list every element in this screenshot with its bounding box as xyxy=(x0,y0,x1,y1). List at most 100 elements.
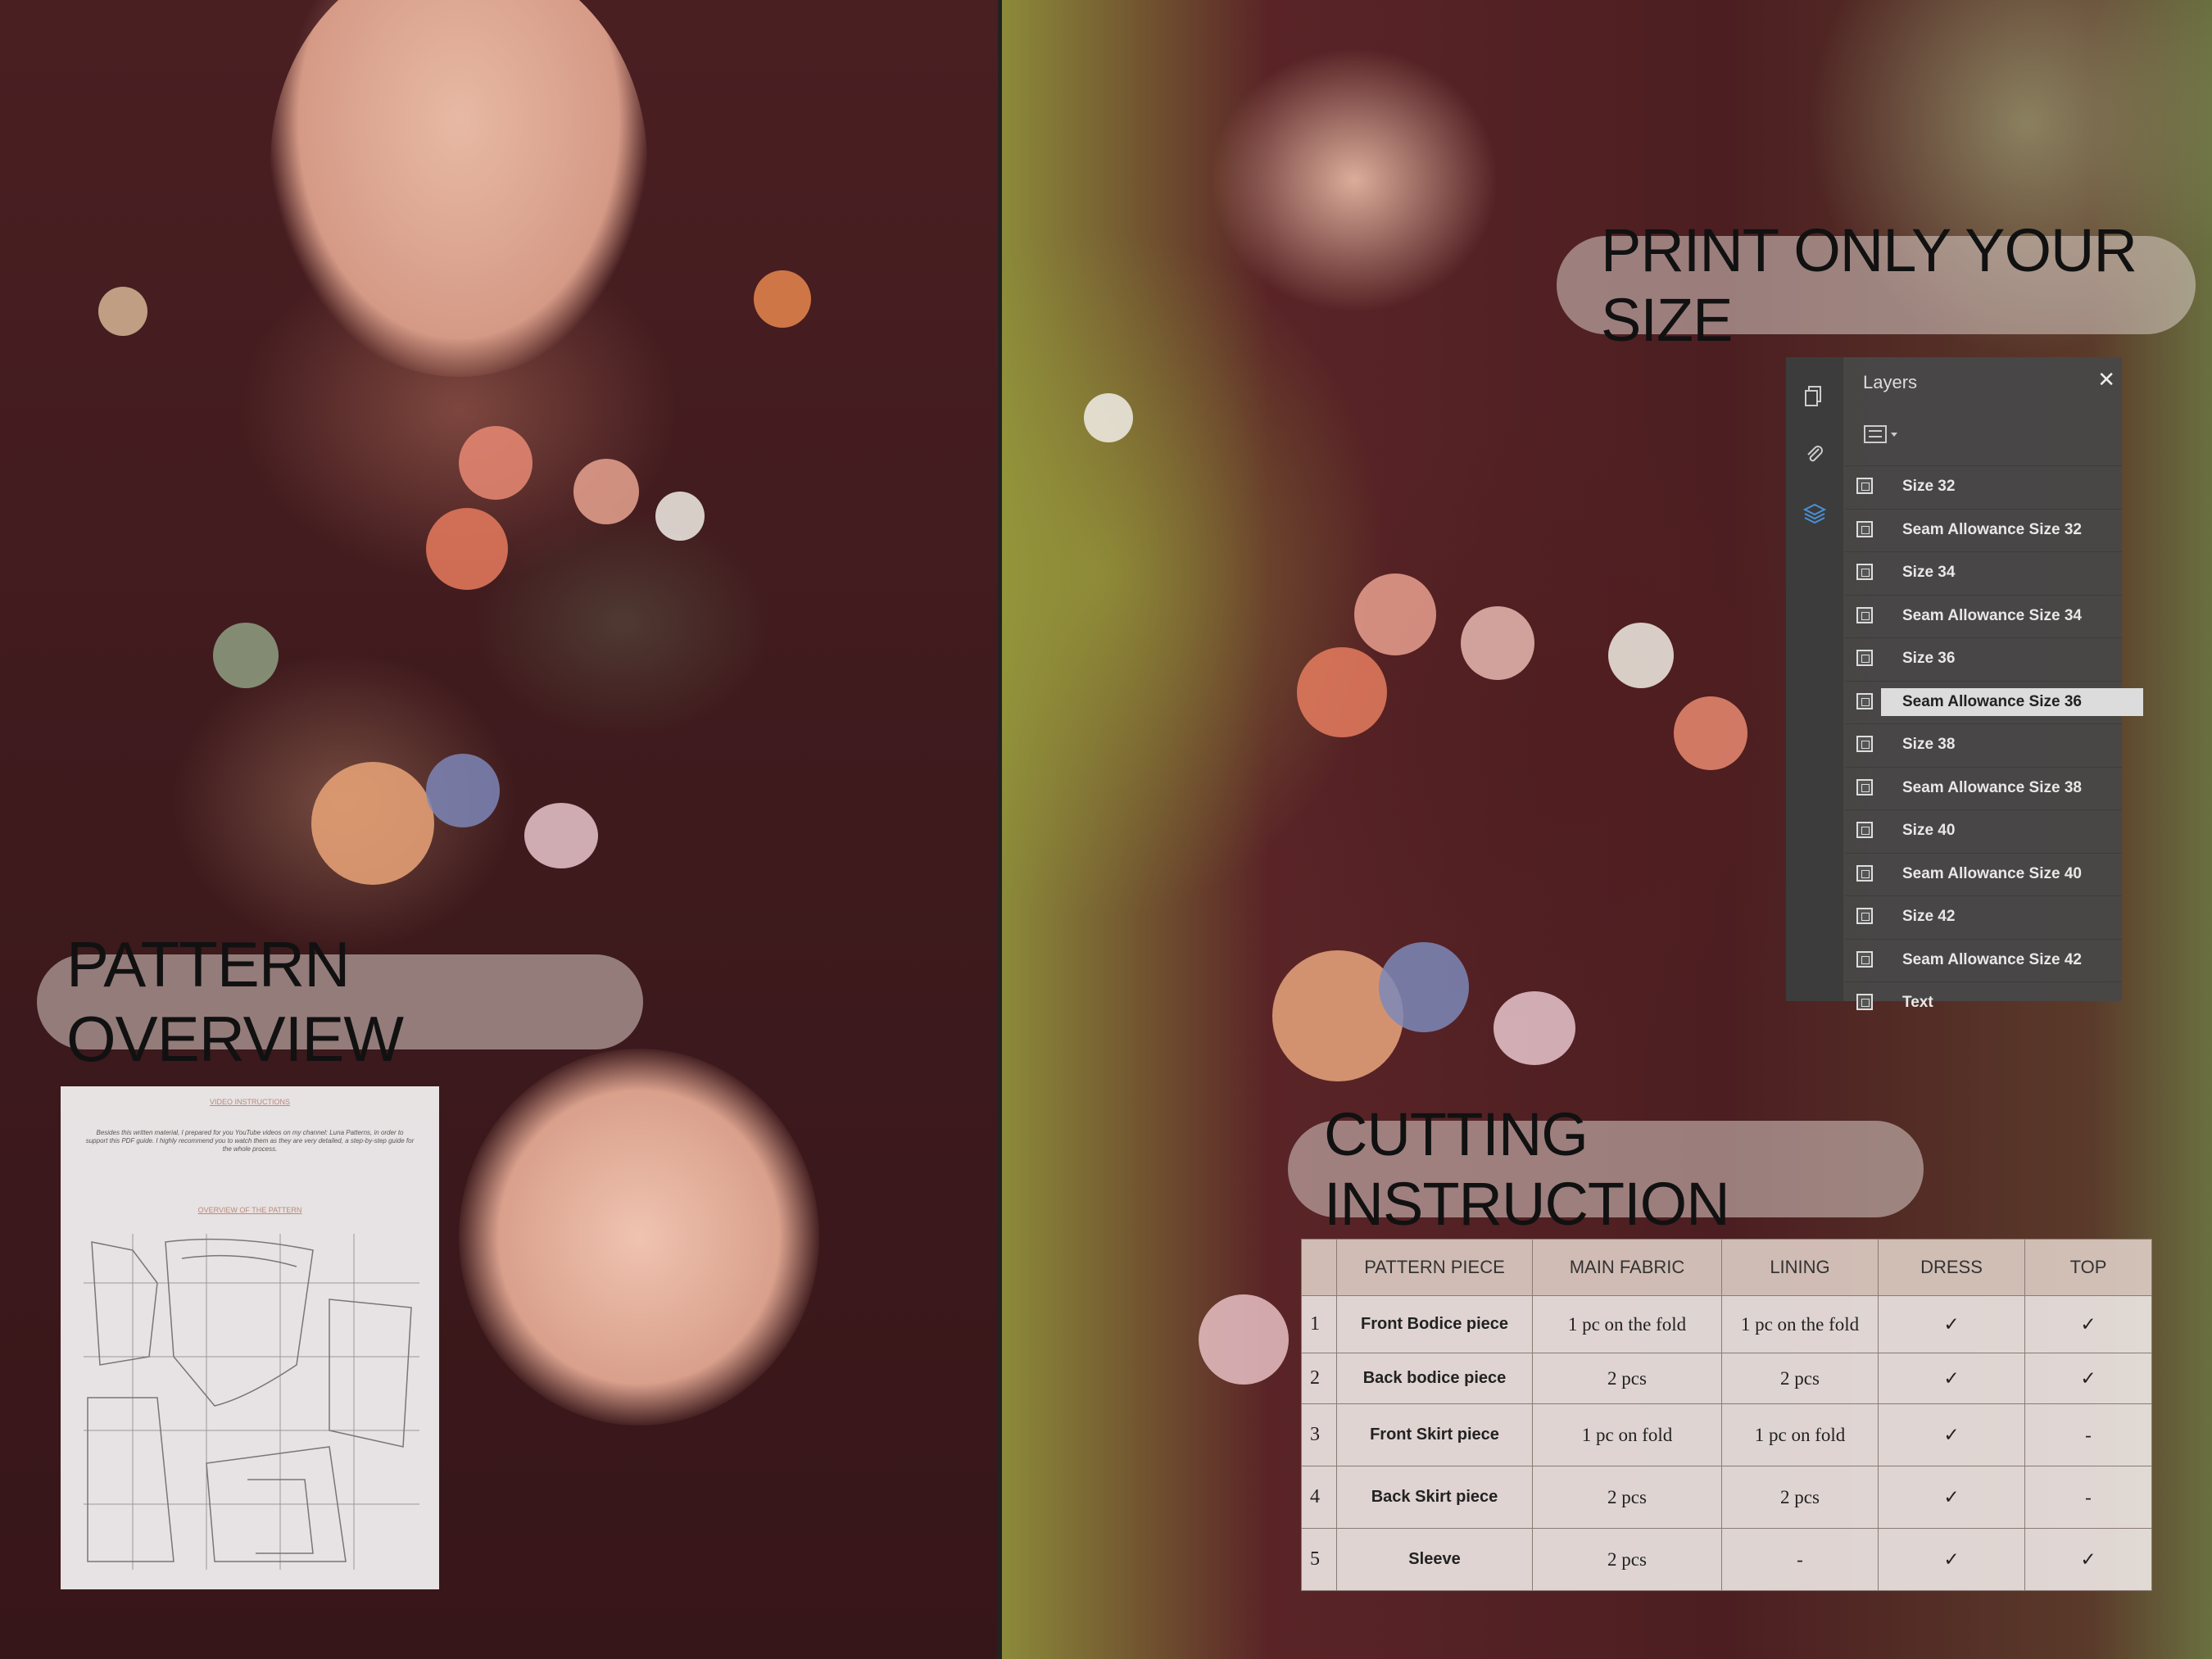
overview-of-pattern-heading: OVERVIEW OF THE PATTERN xyxy=(197,1206,302,1214)
pattern-piece-cell: Back bodice piece xyxy=(1336,1353,1533,1404)
pattern-overview-heading: PATTERN OVERVIEW xyxy=(37,928,643,1075)
row-number: 4 xyxy=(1301,1466,1337,1529)
table-row: 2 Back bodice piece 2 pcs 2 pcs ✓ ✓ xyxy=(1301,1353,2152,1404)
layer-item[interactable]: Text xyxy=(1845,981,2122,1025)
layer-item[interactable]: Size 38 xyxy=(1845,723,2122,767)
layer-item[interactable]: Size 32 xyxy=(1845,465,2122,509)
pattern-piece-cell: Sleeve xyxy=(1336,1528,1533,1591)
top-cell: - xyxy=(2024,1466,2152,1529)
column-header-top: TOP xyxy=(2024,1239,2152,1296)
lining-cell: 2 pcs xyxy=(1721,1466,1879,1529)
row-number: 2 xyxy=(1301,1353,1337,1404)
main-fabric-cell: 1 pc on the fold xyxy=(1532,1295,1722,1353)
column-header-main-fabric: MAIN FABRIC xyxy=(1532,1239,1722,1296)
dress-cell: ✓ xyxy=(1878,1403,2025,1466)
layer-item[interactable]: Seam Allowance Size 38 xyxy=(1845,766,2122,810)
column-header-dress: DRESS xyxy=(1878,1239,2025,1296)
dress-cell: ✓ xyxy=(1878,1353,2025,1404)
layer-item[interactable]: Seam Allowance Size 32 xyxy=(1845,508,2122,552)
layer-visibility-checkbox[interactable] xyxy=(1856,864,1873,882)
layer-label: Size 32 xyxy=(1902,478,1956,495)
table-header-row: PATTERN PIECE MAIN FABRIC LINING DRESS T… xyxy=(1301,1239,2152,1296)
layer-label: Seam Allowance Size 32 xyxy=(1902,520,2082,538)
layer-item[interactable]: Size 40 xyxy=(1845,809,2122,853)
layer-label: Size 38 xyxy=(1902,736,1956,753)
lining-cell: 1 pc on the fold xyxy=(1721,1295,1879,1353)
layer-visibility-checkbox[interactable] xyxy=(1856,520,1873,537)
video-instructions-text: Besides this written material, I prepare… xyxy=(85,1129,415,1153)
layer-visibility-checkbox[interactable] xyxy=(1856,478,1873,494)
layer-visibility-checkbox[interactable] xyxy=(1856,650,1873,666)
layer-item[interactable]: Seam Allowance Size 34 xyxy=(1845,594,2122,638)
layer-item[interactable]: Size 36 xyxy=(1845,637,2122,681)
column-header-number xyxy=(1301,1239,1337,1296)
layer-label: Size 34 xyxy=(1902,564,1956,581)
close-icon[interactable]: ✕ xyxy=(2097,367,2115,392)
top-cell: ✓ xyxy=(2024,1528,2152,1591)
video-instructions-heading: VIDEO INSTRUCTIONS xyxy=(209,1098,290,1106)
layer-visibility-checkbox[interactable] xyxy=(1856,908,1873,924)
table-row: 3 Front Skirt piece 1 pc on fold 1 pc on fo… xyxy=(1301,1403,2152,1466)
layers-icon[interactable] xyxy=(1802,501,1827,526)
layer-options-icon[interactable] xyxy=(1861,421,1907,449)
table-row: 5 Sleeve 2 pcs - ✓ ✓ xyxy=(1301,1528,2152,1591)
layer-list: Size 32 Seam Allowance Size 32 Size 34 Seam… xyxy=(1845,465,2143,1025)
layer-visibility-checkbox[interactable] xyxy=(1856,994,1873,1010)
table-row: 4 Back Skirt piece 2 pcs 2 pcs ✓ - xyxy=(1301,1466,2152,1529)
table-row: 1 Front Bodice piece 1 pc on the fold 1 pc … xyxy=(1301,1295,2152,1353)
attachment-icon[interactable] xyxy=(1802,442,1827,467)
lining-cell: 2 pcs xyxy=(1721,1353,1879,1404)
layer-visibility-checkbox[interactable] xyxy=(1856,606,1873,623)
print-only-your-size-heading: PRINT ONLY YOUR SIZE xyxy=(1557,216,2196,354)
row-number: 5 xyxy=(1301,1528,1337,1591)
cutting-instruction-heading: CUTTING INSTRUCTION xyxy=(1288,1100,1924,1238)
layer-item[interactable]: Size 34 xyxy=(1845,551,2122,595)
dress-cell: ✓ xyxy=(1878,1528,2025,1591)
row-number: 3 xyxy=(1301,1403,1337,1466)
row-number: 1 xyxy=(1301,1295,1337,1353)
layer-visibility-checkbox[interactable] xyxy=(1856,950,1873,968)
top-cell: ✓ xyxy=(2024,1295,2152,1353)
layer-label: Seam Allowance Size 42 xyxy=(1902,950,2082,968)
layer-visibility-checkbox[interactable] xyxy=(1856,564,1873,580)
lining-cell: - xyxy=(1721,1528,1879,1591)
layer-visibility-checkbox[interactable] xyxy=(1856,778,1873,796)
layer-label: Seam Allowance Size 34 xyxy=(1902,606,2082,624)
layers-side-rail xyxy=(1786,357,1843,1001)
pattern-piece-cell: Front Skirt piece xyxy=(1336,1403,1533,1466)
layers-panel-title: Layers xyxy=(1863,372,1918,392)
main-fabric-cell: 2 pcs xyxy=(1532,1528,1722,1591)
layer-label: Size 40 xyxy=(1902,822,1956,839)
layer-visibility-checkbox[interactable] xyxy=(1856,822,1873,838)
pattern-page-thumbnail: VIDEO INSTRUCTIONS Besides this written … xyxy=(61,1086,439,1589)
pattern-pieces-drawing xyxy=(84,1234,419,1570)
layer-item[interactable]: Seam Allowance Size 40 xyxy=(1845,852,2122,896)
layer-label: Size 42 xyxy=(1902,908,1956,925)
cutting-table-body: 1 Front Bodice piece 1 pc on the fold 1 pc … xyxy=(1301,1295,2152,1591)
layer-label: Seam Allowance Size 40 xyxy=(1902,864,2082,882)
pattern-piece-cell: Back Skirt piece xyxy=(1336,1466,1533,1529)
pattern-piece-cell: Front Bodice piece xyxy=(1336,1295,1533,1353)
column-header-pattern-piece: PATTERN PIECE xyxy=(1336,1239,1533,1296)
layer-label: Seam Allowance Size 38 xyxy=(1902,778,2082,796)
layer-visibility-checkbox[interactable] xyxy=(1856,736,1873,752)
layer-label: Text xyxy=(1902,994,1933,1011)
pages-icon[interactable] xyxy=(1802,383,1827,408)
dress-cell: ✓ xyxy=(1878,1466,2025,1529)
main-fabric-cell: 2 pcs xyxy=(1532,1353,1722,1404)
layer-label: Seam Allowance Size 36 xyxy=(1881,687,2143,716)
dress-cell: ✓ xyxy=(1878,1295,2025,1353)
layer-item[interactable]: Size 42 xyxy=(1845,895,2122,939)
top-cell: ✓ xyxy=(2024,1353,2152,1404)
top-cell: - xyxy=(2024,1403,2152,1466)
cutting-instruction-table: PATTERN PIECE MAIN FABRIC LINING DRESS T… xyxy=(1301,1239,2152,1591)
lining-cell: 1 pc on fold xyxy=(1721,1403,1879,1466)
column-header-lining: LINING xyxy=(1721,1239,1879,1296)
layer-visibility-checkbox[interactable] xyxy=(1856,692,1873,709)
layer-item[interactable]: Seam Allowance Size 36 xyxy=(1845,680,2143,724)
layers-panel: Layers ✕ Size 32 Seam Allowance Size 32 Si… xyxy=(1786,357,2143,1011)
layer-label: Size 36 xyxy=(1902,650,1956,667)
main-fabric-cell: 2 pcs xyxy=(1532,1466,1722,1529)
main-fabric-cell: 1 pc on fold xyxy=(1532,1403,1722,1466)
layer-item[interactable]: Seam Allowance Size 42 xyxy=(1845,938,2122,982)
